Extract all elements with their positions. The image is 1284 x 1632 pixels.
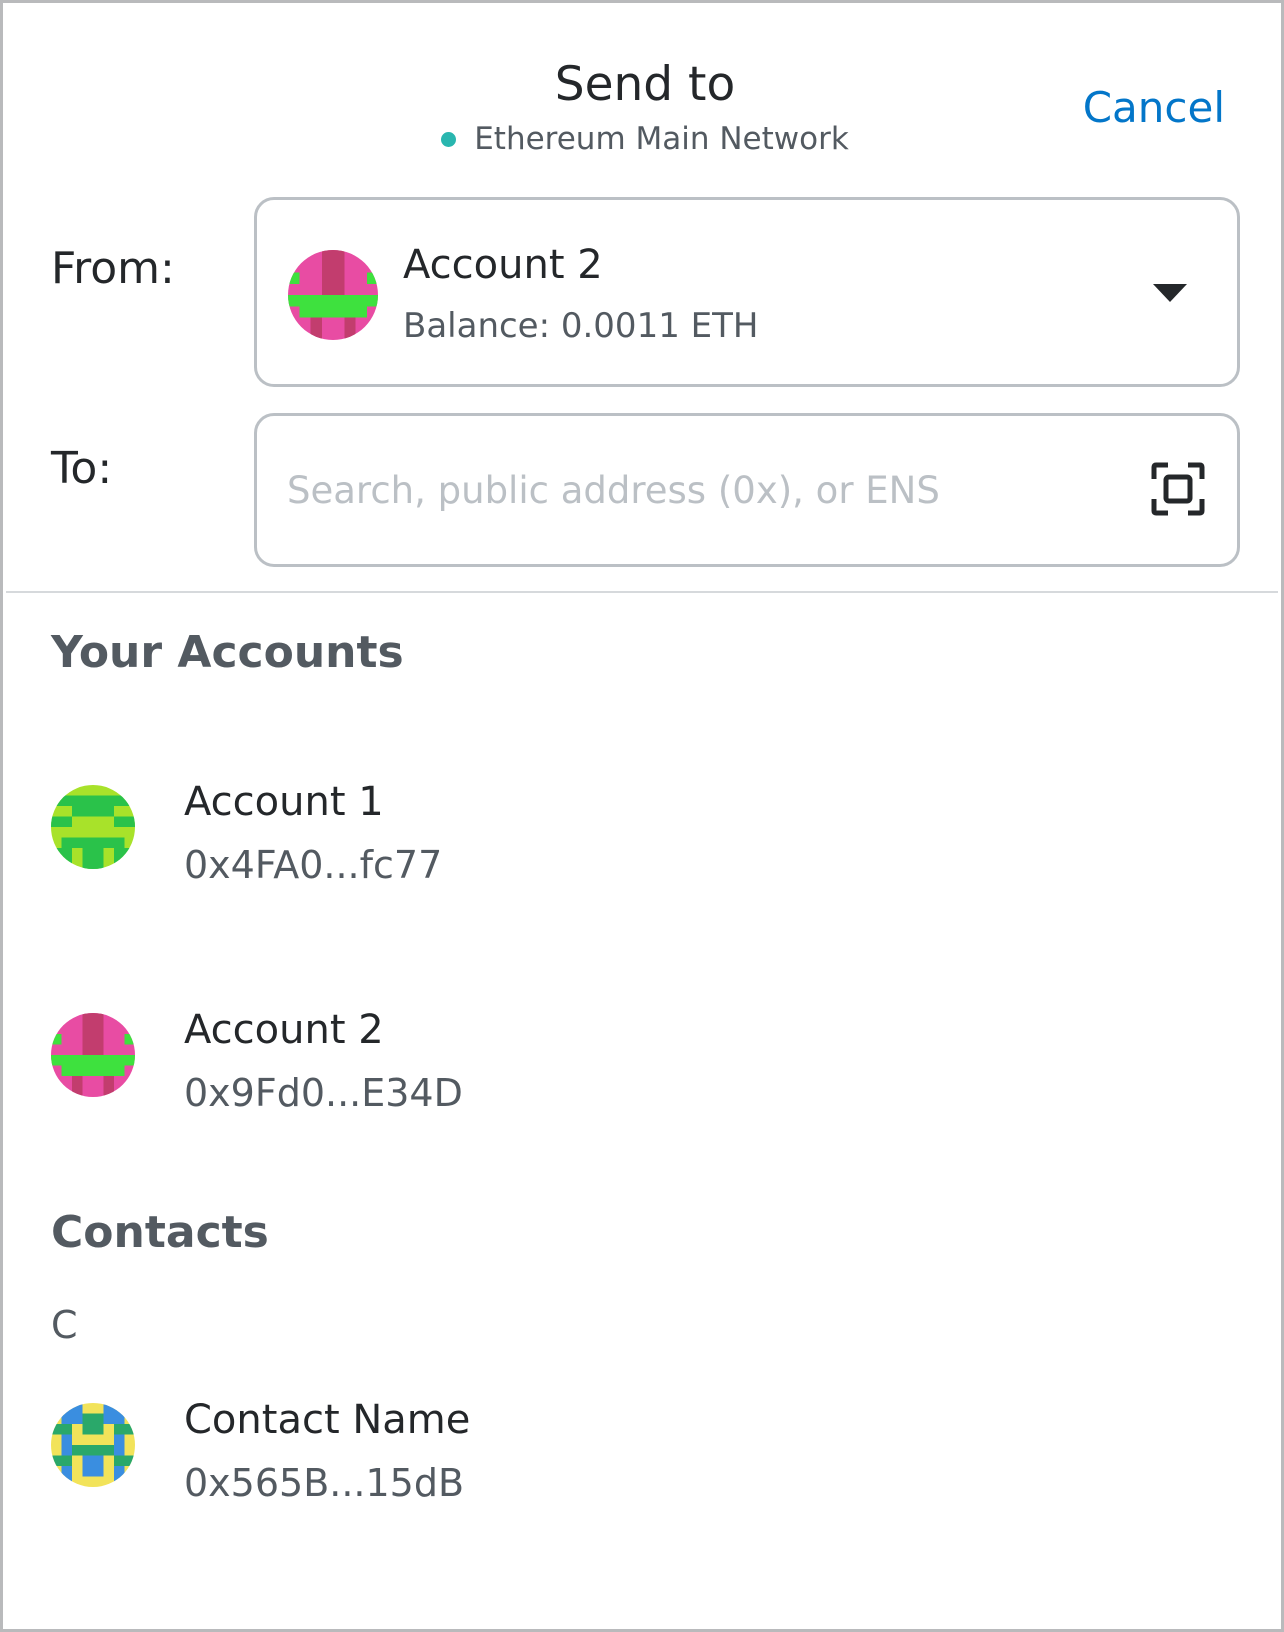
contacts-group-letter: C: [51, 1303, 78, 1347]
account-address: 0x9Fd0...E34D: [184, 1071, 463, 1115]
list-item[interactable]: Account 2 0x9Fd0...E34D: [6, 999, 1284, 1149]
from-account-selector[interactable]: Account 2 Balance: 0.0011 ETH: [254, 197, 1240, 387]
contact-avatar-icon: [51, 1403, 135, 1487]
contacts-heading: Contacts: [51, 1207, 269, 1258]
to-address-field: [254, 413, 1240, 567]
account-2-avatar-icon: [51, 1013, 135, 1097]
qr-scan-icon[interactable]: [1151, 462, 1205, 516]
section-divider: [6, 591, 1278, 593]
account-address: 0x4FA0...fc77: [184, 843, 443, 887]
account-1-avatar-icon: [51, 785, 135, 869]
from-label: From:: [51, 243, 175, 294]
account-name: Account 1: [184, 779, 384, 825]
your-accounts-heading: Your Accounts: [51, 627, 404, 678]
contact-address: 0x565B...15dB: [184, 1461, 465, 1505]
from-account-balance: Balance: 0.0011 ETH: [403, 306, 759, 346]
from-account-avatar-icon: [288, 250, 378, 340]
to-label: To:: [51, 443, 113, 494]
network-name: Ethereum Main Network: [474, 121, 849, 157]
account-name: Account 2: [184, 1007, 384, 1053]
contact-name: Contact Name: [184, 1397, 471, 1443]
caret-down-icon[interactable]: [1153, 284, 1187, 302]
list-item[interactable]: Account 1 0x4FA0...fc77: [6, 771, 1284, 921]
send-screen: Send to Ethereum Main Network Cancel Fro…: [0, 0, 1284, 1632]
cancel-button[interactable]: Cancel: [1083, 83, 1225, 132]
recipient-search-input[interactable]: [287, 416, 1107, 564]
from-account-name: Account 2: [403, 242, 603, 288]
list-item[interactable]: Contact Name 0x565B...15dB: [6, 1389, 1284, 1539]
network-status-dot-icon: [441, 131, 457, 147]
